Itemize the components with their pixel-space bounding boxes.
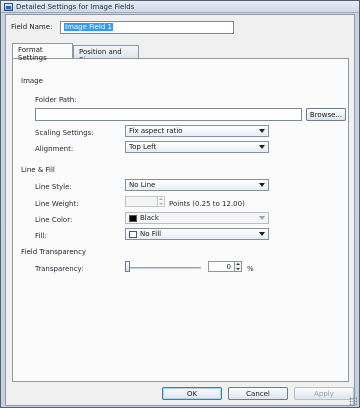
line-color-select[interactable]: Black [125, 212, 269, 224]
fill-value: No Fill [140, 230, 162, 238]
window-title: Detailed Settings for Image Fields [16, 3, 135, 11]
fill-label: Fill: [35, 232, 47, 240]
line-weight-spinner[interactable] [125, 196, 165, 207]
apply-button[interactable]: Apply [294, 387, 354, 400]
transparency-value: 0 [226, 263, 231, 271]
window-icon [4, 3, 13, 11]
field-name-value: Image Field 1 [64, 23, 113, 31]
line-style-select[interactable]: No Line [125, 179, 269, 191]
alignment-value: Top Left [129, 143, 157, 151]
dialog-client: Field Name: Image Field 1 Format Setting… [5, 14, 355, 406]
transparency-slider-track[interactable] [125, 267, 201, 269]
browse-button[interactable]: Browse... [306, 108, 346, 121]
alignment-label: Alignment: [35, 145, 74, 153]
transparency-spinner[interactable]: 0 [208, 261, 242, 272]
title-bar[interactable]: Detailed Settings for Image Fields [1, 1, 359, 13]
format-settings-panel: Image Folder Path: Browse... Scaling Set… [12, 58, 349, 382]
field-name-label: Field Name: [11, 23, 53, 31]
chevron-down-icon [259, 216, 265, 220]
transparency-slider-thumb[interactable] [125, 261, 130, 272]
line-fill-section-heading: Line & Fill [21, 166, 55, 174]
line-weight-label: Line Weight: [35, 200, 79, 208]
fill-select[interactable]: No Fill [125, 228, 269, 240]
line-color-swatch [129, 215, 137, 222]
line-weight-spin-buttons[interactable] [157, 197, 164, 206]
cancel-button[interactable]: Cancel [228, 387, 288, 400]
scaling-settings-select[interactable]: Fix aspect ratio [125, 125, 269, 137]
chevron-down-icon [259, 145, 265, 149]
image-section-heading: Image [21, 77, 43, 85]
ok-button[interactable]: OK [162, 387, 222, 400]
field-transparency-heading: Field Transparency [21, 248, 87, 256]
fill-swatch [129, 231, 137, 238]
line-color-label: Line Color: [35, 216, 73, 224]
line-style-value: No Line [129, 181, 156, 189]
transparency-spin-buttons[interactable] [234, 262, 241, 271]
tab-position-and-size[interactable]: Position and Size [73, 45, 139, 64]
chevron-down-icon [259, 232, 265, 236]
alignment-select[interactable]: Top Left [125, 141, 269, 153]
line-weight-unit: Points (0.25 to 12.00) [169, 200, 245, 208]
scaling-settings-value: Fix aspect ratio [129, 127, 183, 135]
field-name-input[interactable]: Image Field 1 [60, 21, 234, 34]
dialog-window: Detailed Settings for Image Fields Field… [0, 0, 360, 408]
tab-format-settings[interactable]: Format Settings [12, 43, 73, 62]
scaling-settings-label: Scaling Settings: [35, 129, 94, 137]
transparency-label: Transparency: [35, 265, 84, 273]
line-style-label: Line Style: [35, 183, 72, 191]
folder-path-input[interactable] [35, 108, 302, 121]
chevron-down-icon [259, 129, 265, 133]
resize-grip[interactable] [349, 397, 357, 405]
folder-path-label: Folder Path: [35, 96, 77, 104]
chevron-down-icon [259, 183, 265, 187]
line-color-value: Black [140, 214, 159, 222]
transparency-unit: % [247, 265, 254, 273]
